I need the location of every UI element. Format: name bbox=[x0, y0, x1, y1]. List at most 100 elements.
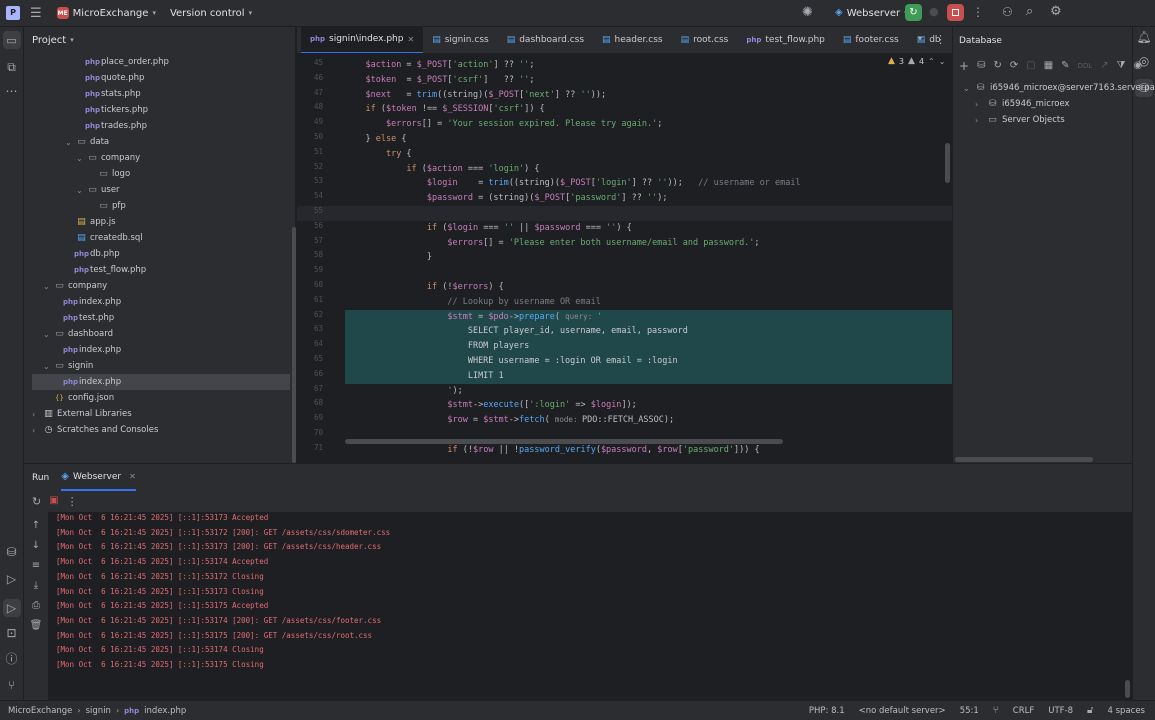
git-tool-icon[interactable]: ⑂ bbox=[8, 679, 15, 691]
stop-icon[interactable]: ▢ bbox=[1026, 61, 1035, 71]
rerun-icon[interactable]: ↻ bbox=[905, 4, 922, 21]
run-tab-webserver[interactable]: ◈ Webserver ✕ bbox=[61, 464, 136, 491]
arrow-down-icon[interactable]: ↓ bbox=[32, 538, 40, 554]
line-separator[interactable]: CRLF bbox=[1013, 706, 1034, 716]
tabs-overflow-icon[interactable]: ▾ bbox=[918, 35, 922, 43]
chevron-icon[interactable]: ⌄ bbox=[76, 186, 84, 195]
tree-item[interactable]: ⌄ ▭ dashboard bbox=[43, 326, 113, 342]
services-tool-icon[interactable]: ⛁ bbox=[6, 546, 16, 558]
notifications-icon[interactable]: 🔔︎ bbox=[1136, 31, 1151, 43]
editor-tab[interactable]: ▤ signin.css bbox=[423, 27, 498, 53]
tree-item[interactable]: php db.php bbox=[65, 246, 120, 262]
indent-setting[interactable]: 4 spaces bbox=[1108, 706, 1145, 716]
chevron-icon[interactable]: ⌄ bbox=[65, 138, 73, 147]
sync-icon[interactable]: ⟳ bbox=[1010, 61, 1018, 71]
tree-item[interactable]: php index.php bbox=[32, 374, 290, 390]
project-panel-header[interactable]: Project ▾ bbox=[24, 27, 295, 54]
chevron-icon[interactable]: › bbox=[32, 426, 40, 435]
refresh-icon[interactable]: ↻ bbox=[993, 61, 1001, 71]
more-tools-icon[interactable]: ⋯ bbox=[6, 85, 18, 97]
datasource-icon[interactable]: ⛁ bbox=[977, 61, 985, 71]
project-selector[interactable]: ME MicroExchange ▾ bbox=[52, 3, 161, 23]
tree-item[interactable]: ▤ createdb.sql bbox=[65, 230, 142, 246]
table-icon[interactable]: ▦ bbox=[1044, 61, 1053, 71]
caret-position[interactable]: 55:1 bbox=[960, 706, 979, 716]
editor-tab[interactable]: ▤ footer.css bbox=[834, 27, 908, 53]
breadcrumb-item[interactable]: signin bbox=[86, 706, 111, 716]
tree-item[interactable]: php index.php bbox=[54, 342, 121, 358]
file-encoding[interactable]: UTF-8 bbox=[1048, 706, 1073, 716]
breadcrumb-item[interactable]: index.php bbox=[144, 706, 186, 716]
tree-item[interactable]: {} config.json bbox=[43, 390, 114, 406]
arrow-up-icon[interactable]: ↑ bbox=[32, 518, 40, 534]
editor-tab[interactable]: ▤ root.css bbox=[672, 27, 738, 53]
tree-item[interactable]: ⌄ ▭ user bbox=[76, 182, 120, 198]
gear-icon[interactable]: ⚙ bbox=[1050, 5, 1062, 18]
tree-item[interactable]: php trades.php bbox=[76, 118, 147, 134]
tree-item[interactable]: ▤ app.js bbox=[65, 214, 115, 230]
edit-icon[interactable]: ✎ bbox=[1061, 61, 1069, 71]
search-icon[interactable]: ⌕ bbox=[1026, 5, 1033, 18]
add-icon[interactable]: + bbox=[959, 60, 969, 72]
tree-item[interactable]: ▭ pfp bbox=[87, 198, 126, 214]
tree-item[interactable]: ⌄ ▭ company bbox=[43, 278, 107, 294]
editor-vscroll-thumb[interactable] bbox=[945, 143, 950, 183]
database-hscroll-thumb[interactable] bbox=[955, 457, 1093, 462]
editor-tab[interactable]: ▤ header.css bbox=[593, 27, 672, 53]
chevron-icon[interactable]: ⌄ bbox=[963, 84, 971, 93]
tree-item[interactable]: ⌄ ▭ signin bbox=[43, 358, 93, 374]
tree-item[interactable]: php index.php bbox=[54, 294, 121, 310]
tree-item[interactable]: php test.php bbox=[54, 310, 114, 326]
more-options-icon[interactable]: ⋮ bbox=[67, 496, 78, 507]
more-options-icon[interactable]: ⋮ bbox=[972, 6, 984, 18]
project-tool-icon[interactable]: ▭ bbox=[2, 31, 21, 49]
tree-item[interactable]: ⌄ ▭ company bbox=[76, 150, 140, 166]
debug-icon[interactable]: ● bbox=[929, 6, 939, 17]
chevron-up-icon[interactable]: ⌃ bbox=[928, 57, 935, 66]
stop-icon[interactable]: ▣ bbox=[49, 496, 58, 506]
chevron-icon[interactable]: ⌄ bbox=[76, 154, 84, 163]
database-tree-item[interactable]: › ▭ Server Objects bbox=[975, 112, 1065, 128]
chevron-icon[interactable]: ⌄ bbox=[43, 282, 51, 291]
close-icon[interactable]: ✕ bbox=[129, 472, 136, 481]
vcs-selector[interactable]: Version control ▾ bbox=[165, 3, 257, 23]
editor-tab[interactable]: ▤ dashboard.css bbox=[498, 27, 593, 53]
stop-icon[interactable] bbox=[947, 4, 964, 21]
add-user-icon[interactable]: ⚇ bbox=[1002, 6, 1013, 18]
tree-item[interactable]: php quote.php bbox=[76, 70, 144, 86]
tree-item[interactable]: php place_order.php bbox=[76, 54, 169, 70]
chevron-icon[interactable]: ⌄ bbox=[43, 362, 51, 371]
chevron-icon[interactable]: › bbox=[975, 100, 983, 109]
tree-item[interactable]: php stats.php bbox=[76, 86, 141, 102]
tree-item[interactable]: php test_flow.php bbox=[65, 262, 146, 278]
inspection-widget[interactable]: ▲ 3 ▲ 4 ⌃ ⌄ bbox=[888, 57, 945, 67]
main-menu-icon[interactable]: ☰ bbox=[30, 7, 42, 20]
jump-icon[interactable]: ↗ bbox=[1100, 61, 1108, 71]
server-selector[interactable]: <no default server> bbox=[859, 706, 946, 716]
editor-tab[interactable]: php test_flow.php bbox=[737, 27, 834, 53]
chevron-icon[interactable]: › bbox=[32, 410, 40, 419]
code-view[interactable]: $action = $_POST['action'] ?? ''; $token… bbox=[345, 54, 952, 463]
chevron-icon[interactable]: › bbox=[975, 116, 983, 125]
soft-wrap-icon[interactable]: ≡ bbox=[32, 558, 40, 574]
trash-icon[interactable]: 🗑︎ bbox=[30, 618, 43, 634]
filter-icon[interactable]: ⧩ bbox=[1117, 61, 1126, 71]
rerun-icon[interactable]: ↻ bbox=[32, 496, 41, 507]
git-branch-icon[interactable]: ⑂ bbox=[993, 706, 999, 716]
scroll-end-icon[interactable]: ⤓ bbox=[34, 578, 38, 594]
php-version[interactable]: PHP: 8.1 bbox=[809, 706, 845, 716]
structure-tool-icon[interactable]: ⧉ bbox=[7, 61, 16, 73]
tree-item[interactable]: php tickers.php bbox=[76, 102, 148, 118]
problems-tool-icon[interactable]: ⓘ bbox=[5, 653, 17, 665]
database-tree-item[interactable]: ⌄ ⛁ i65946_microex@server7163.serverpar bbox=[963, 80, 1155, 96]
breadcrumb-item[interactable]: MicroExchange bbox=[8, 706, 72, 716]
chevron-icon[interactable]: ⌄ bbox=[43, 330, 51, 339]
tree-item[interactable]: ▭ logo bbox=[87, 166, 130, 182]
lock-icon[interactable]: 🔓︎ bbox=[1087, 706, 1093, 716]
ddl-icon[interactable]: DDL bbox=[1078, 62, 1093, 70]
run-config-selector[interactable]: ◈ Webserver ▾ bbox=[830, 3, 913, 23]
debug-tool-icon[interactable]: ▷ bbox=[2, 599, 21, 617]
editor-hscroll-thumb[interactable] bbox=[345, 439, 783, 444]
database-tree-item[interactable]: › ⛁ i65946_microex bbox=[975, 96, 1070, 112]
editor-tab[interactable]: php signin\index.php ✕ bbox=[301, 27, 424, 53]
